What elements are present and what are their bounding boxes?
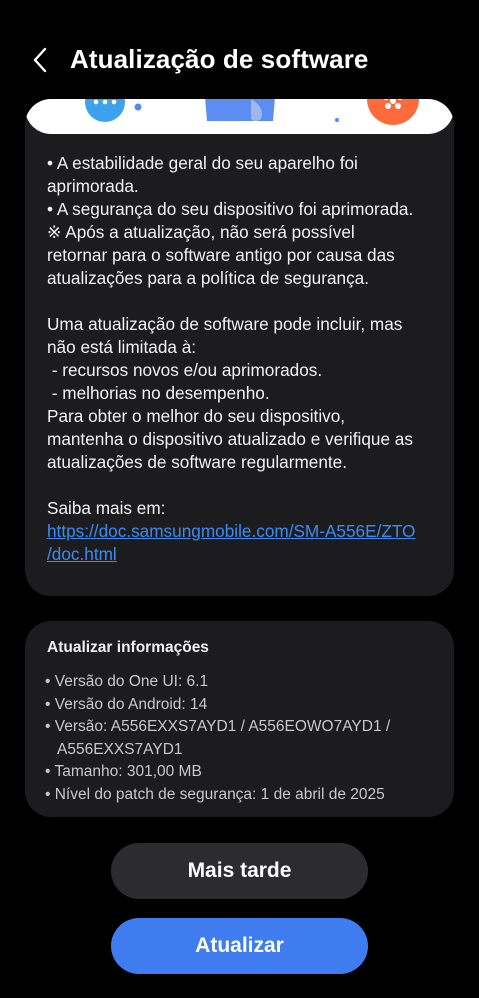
page-title: Atualização de software [70, 44, 369, 74]
update-info-title: Atualizar informações [47, 639, 209, 656]
notes-line: aprimorada. [47, 176, 139, 196]
notes-line: mantenha o dispositivo atualizado e veri… [47, 429, 413, 449]
notes-line: - recursos novos e/ou aprimorados. [47, 360, 323, 380]
notes-line: não está limitada à: [47, 337, 197, 357]
notes-line: Uma atualização de software pode incluir… [47, 314, 403, 334]
build-version: • Versão: A556EXXS7AYD1 / A556EOWO7AYD1 … [45, 718, 391, 735]
later-button[interactable]: Mais tarde [111, 843, 368, 899]
notes-line: Para obter o melhor do seu dispositivo, [47, 406, 346, 426]
build-version-continued: A556EXXS7AYD1 [57, 740, 183, 758]
notes-line: atualizações de software regularmente. [47, 452, 347, 472]
release-notes-card: • A estabilidade geral do seu aparelho f… [25, 99, 454, 596]
notes-line: atualizações para a política de seguranç… [47, 268, 369, 288]
learn-more-link[interactable]: https://doc.samsungmobile.com/SM-A556E/Z… [47, 520, 445, 543]
chevron-left-icon [33, 47, 47, 73]
notes-line: retornar para o software antigo por caus… [47, 245, 395, 265]
update-info-card: Atualizar informações • Versão do One UI… [25, 621, 454, 817]
android-version: • Versão do Android: 14 [45, 695, 208, 713]
illustration-banner [25, 99, 454, 134]
update-size: • Tamanho: 301,00 MB [45, 763, 202, 780]
release-notes-text: • A estabilidade geral do seu aparelho f… [47, 152, 445, 566]
header-bar: Atualização de software [0, 30, 479, 92]
one-ui-version: • Versão do One UI: 6.1 [45, 673, 209, 690]
notes-line: • A estabilidade geral do seu aparelho f… [47, 153, 358, 173]
update-info-list: • Versão do One UI: 6.1 • Versão do Andr… [45, 671, 445, 806]
security-patch-level: • Nível do patch de segurança: 1 de abri… [45, 785, 385, 803]
notes-line: • A segurança do seu dispositivo foi apr… [47, 199, 414, 219]
learn-more-link-continued[interactable]: /doc.html [47, 543, 445, 566]
update-illustration [85, 99, 419, 125]
update-button[interactable]: Atualizar [111, 918, 368, 974]
notes-line: Saiba mais em: [47, 498, 166, 518]
back-button[interactable] [24, 42, 56, 78]
notes-line: - melhorias no desempenho. [47, 383, 270, 403]
notes-line: ※ Após a atualização, não será possível [47, 222, 355, 242]
